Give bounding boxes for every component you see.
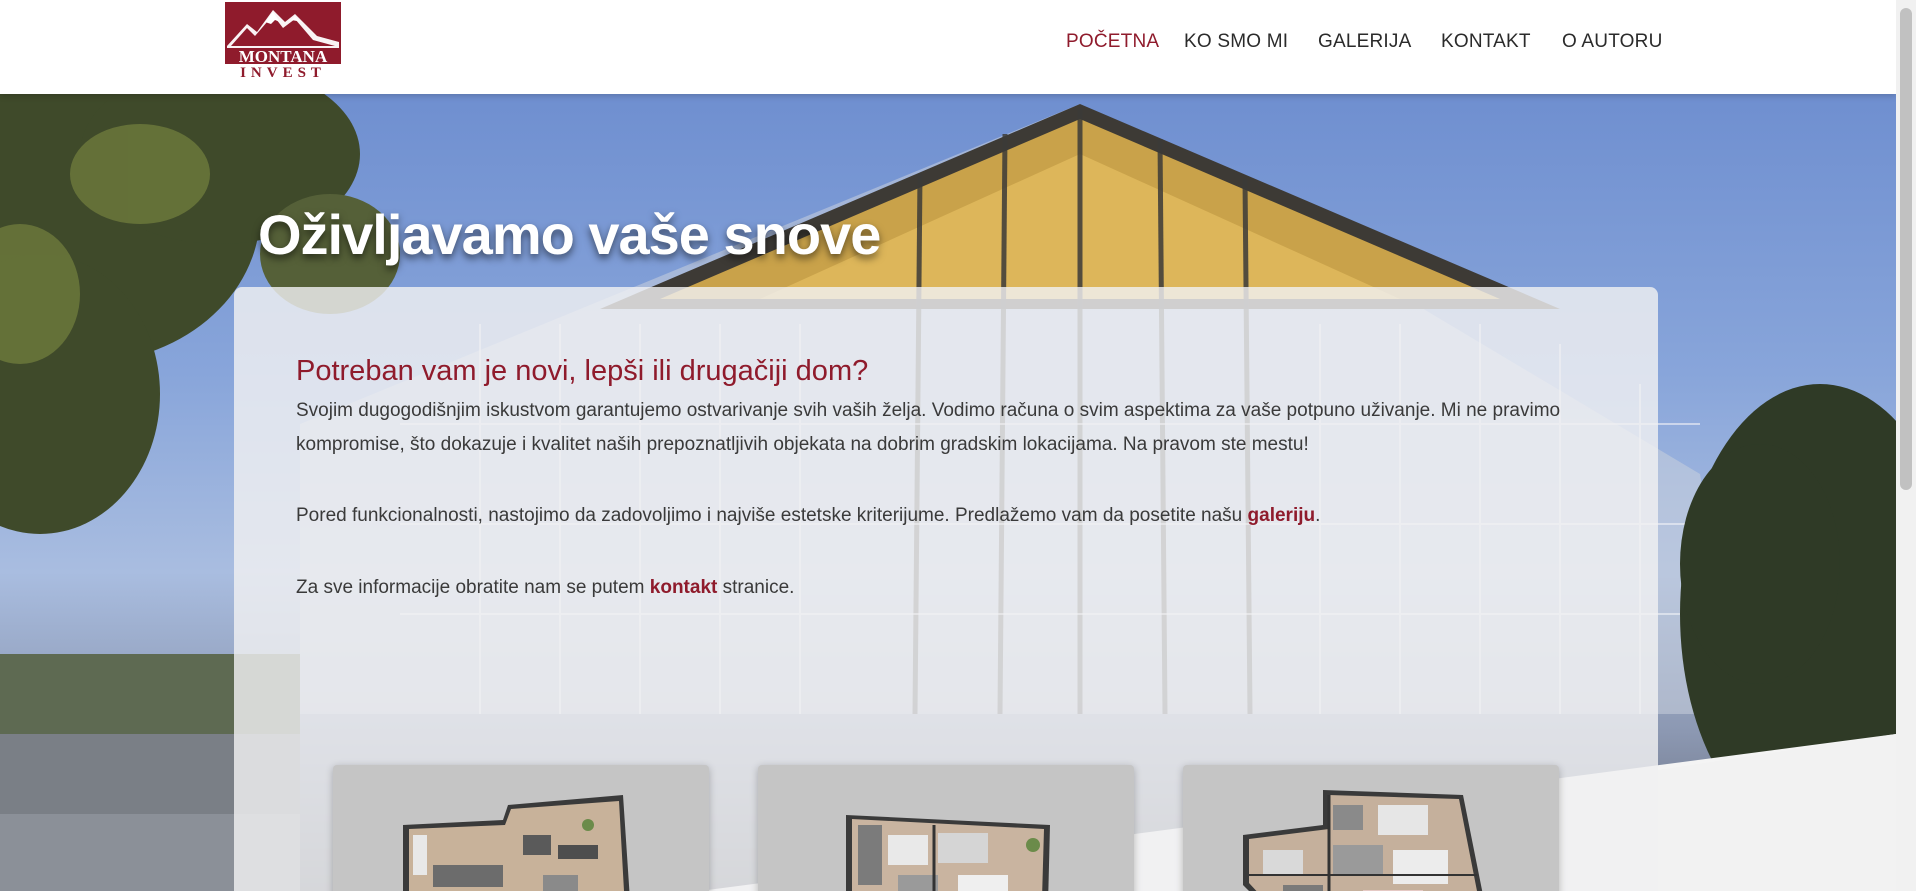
logo-text-bottom: INVEST — [240, 65, 326, 78]
intro-panel: Potreban vam je novi, lepši ili drugačij… — [234, 287, 1658, 891]
floor-plan-image-2 — [846, 815, 1050, 891]
intro-paragraph-3: Za sve informacije obratite nam se putem… — [296, 571, 1566, 605]
site-header: MONTANA INVEST POČETNA KO SMO MI GALERIJ… — [0, 0, 1896, 94]
paragraph-2-text: Pored funkcionalnosti, nastojimo da zado… — [296, 505, 1248, 526]
floor-plan-card-2[interactable] — [758, 765, 1134, 891]
intro-paragraph-2: Pored funkcionalnosti, nastojimo da zado… — [296, 499, 1566, 533]
hero-title: Oživljavamo vaše snove — [258, 203, 881, 266]
nav-item-kontakt[interactable]: KONTAKT — [1441, 31, 1531, 53]
gallery-link[interactable]: galeriju — [1248, 505, 1316, 526]
intro-paragraph-1: Svojim dugogodišnjim iskustvom garantuje… — [296, 400, 1561, 455]
floor-plan-card-3[interactable] — [1183, 765, 1559, 891]
intro-heading: Potreban vam je novi, lepši ili drugačij… — [296, 355, 869, 387]
nav-item-galerija[interactable]: GALERIJA — [1318, 31, 1411, 53]
page-scrollbar[interactable] — [1896, 0, 1916, 891]
nav-item-o-autoru[interactable]: O AUTORU — [1562, 31, 1663, 53]
scrollbar-thumb[interactable] — [1900, 8, 1912, 490]
paragraph-3-end: stranice. — [717, 577, 795, 598]
montana-invest-logo[interactable]: MONTANA INVEST — [225, 2, 341, 78]
nav-item-pocetna[interactable]: POČETNA — [1066, 31, 1159, 53]
logo-text-top: MONTANA — [239, 47, 328, 66]
floor-plan-card-1[interactable] — [333, 765, 709, 891]
contact-link[interactable]: kontakt — [650, 577, 718, 598]
paragraph-3-text: Za sve informacije obratite nam se putem — [296, 577, 650, 598]
floor-plan-image-1 — [403, 795, 630, 891]
floor-plan-image-3 — [1243, 790, 1483, 891]
hero-section: Oživljavamo vaše snove Potreban vam je n… — [0, 94, 1896, 891]
nav-item-ko-smo-mi[interactable]: KO SMO MI — [1184, 31, 1288, 53]
paragraph-2-end: . — [1315, 505, 1321, 526]
